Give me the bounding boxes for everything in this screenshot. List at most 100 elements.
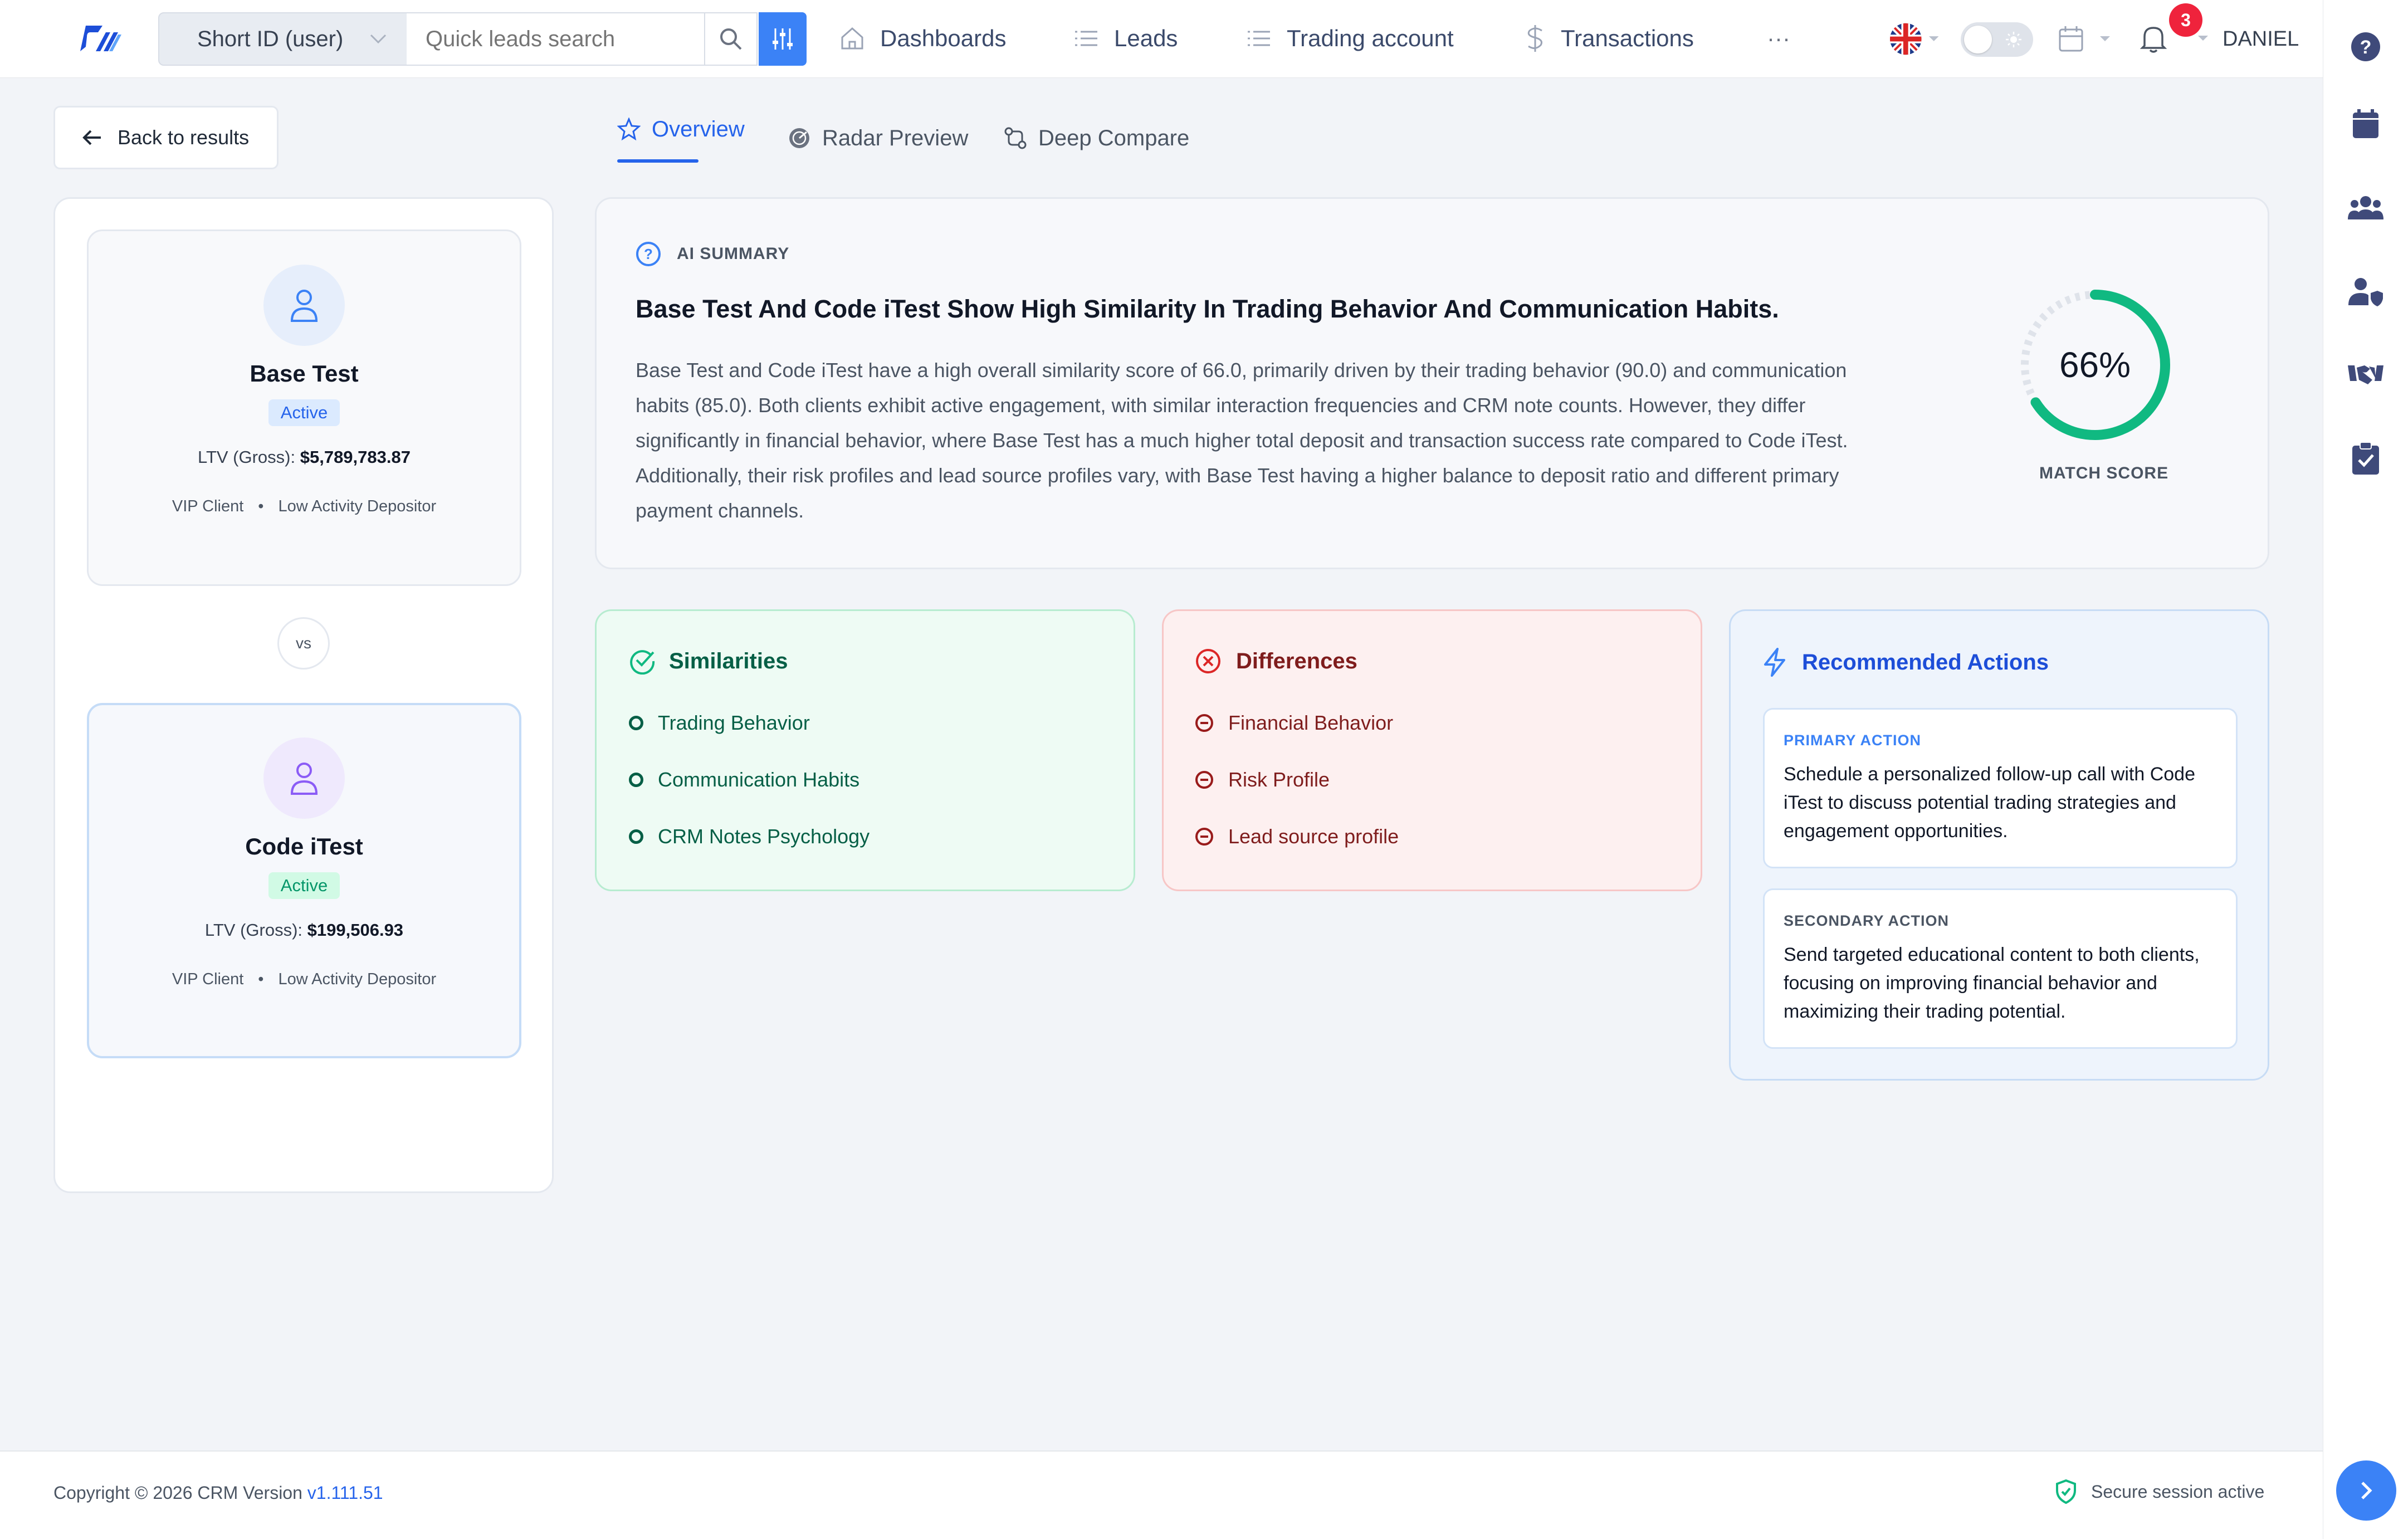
notification-count: 3	[2181, 9, 2191, 30]
secure-session: Secure session active	[2055, 1479, 2264, 1504]
search-type-select[interactable]: Short ID (user)	[158, 12, 408, 66]
question-circle-icon: ?	[636, 242, 661, 266]
ai-summary-body: Base Test and Code iTest have a high ove…	[636, 353, 1848, 528]
client-name: Base Test	[250, 360, 359, 387]
client-name: Code iTest	[245, 833, 363, 859]
sliders-icon	[773, 28, 793, 50]
list-icon	[1248, 31, 1270, 46]
svg-text:?: ?	[2360, 37, 2372, 58]
right-rail: ?	[2323, 0, 2408, 1539]
dollar-icon	[1527, 25, 1542, 52]
vs-badge: vs	[277, 617, 330, 670]
shield-check-icon	[2056, 1479, 2076, 1504]
secondary-action-box[interactable]: SECONDARY ACTION Send targeted education…	[1763, 888, 2238, 1049]
client-tags: VIP Client • Low Activity Depositor	[172, 497, 436, 516]
primary-action-box[interactable]: PRIMARY ACTION Schedule a personalized f…	[1763, 708, 2238, 868]
user-name: DANIEL	[2223, 27, 2299, 51]
x-circle-icon	[1196, 649, 1220, 673]
ltv-label: LTV (Gross):	[198, 447, 296, 467]
filter-button[interactable]	[759, 12, 807, 66]
ai-summary-header: ? AI SUMMARY	[636, 241, 789, 267]
list-item: Risk Profile	[1195, 766, 1399, 794]
search-input[interactable]	[407, 12, 705, 66]
expand-button[interactable]	[2336, 1460, 2396, 1521]
calendar-button[interactable]	[2058, 21, 2113, 57]
nav-label: Trading account	[1287, 25, 1454, 51]
tab-radar-preview[interactable]: Radar Preview	[788, 120, 968, 156]
nav-trading-account[interactable]: Trading account	[1245, 21, 1454, 56]
recommended-actions-card: Recommended Actions PRIMARY ACTION Sched…	[1729, 609, 2269, 1081]
chevron-right-icon	[2361, 1482, 2372, 1499]
sun-icon	[2006, 32, 2021, 47]
theme-toggle[interactable]	[1961, 22, 2033, 57]
difference-label: Lead source profile	[1228, 825, 1399, 848]
status-badge: Active	[268, 872, 340, 899]
tab-deep-compare[interactable]: Deep Compare	[1004, 120, 1189, 156]
logo-icon	[80, 26, 121, 51]
footer: Copyright © 2026 CRM Version v1.111.51 S…	[0, 1450, 2323, 1539]
action-line: Send targeted educational content to bot…	[1784, 944, 2200, 965]
nav-transactions[interactable]: Transactions	[1524, 21, 1694, 56]
user-shield-button[interactable]	[2346, 272, 2386, 312]
chevron-down-icon	[370, 33, 387, 45]
team-button[interactable]	[2346, 187, 2386, 227]
back-to-results-button[interactable]: Back to results	[53, 106, 279, 169]
tab-label: Overview	[652, 116, 745, 141]
home-icon	[841, 27, 863, 50]
search-button[interactable]	[705, 12, 758, 66]
top-bar: Short ID (user) Dashboards Leads Trading…	[0, 0, 2323, 78]
check-circle-icon	[630, 650, 655, 675]
summary-line: Additionally, their risk profiles and le…	[636, 464, 1839, 487]
app-logo[interactable]	[78, 21, 123, 56]
tab-label: Radar Preview	[822, 125, 969, 150]
tasks-button[interactable]	[2346, 438, 2386, 478]
radar-icon	[789, 128, 809, 148]
client-card-compare[interactable]: Code iTest Active LTV (Gross): $199,506.…	[87, 703, 521, 1058]
language-selector[interactable]	[1889, 22, 1940, 56]
caret-down-icon	[2198, 36, 2208, 41]
nav-label: Dashboards	[880, 25, 1007, 51]
actions-title: Recommended Actions	[1802, 649, 2049, 675]
user-shield-icon	[2348, 278, 2383, 306]
avatar	[263, 737, 345, 819]
similarities-card: Similarities Trading Behavior Communicat…	[595, 609, 1135, 891]
summary-line: payment channels.	[636, 499, 804, 522]
handshake-button[interactable]	[2346, 354, 2386, 394]
list-item: CRM Notes Psychology	[629, 823, 870, 851]
calendar-icon	[2059, 26, 2083, 52]
help-button[interactable]: ?	[2346, 27, 2386, 67]
user-menu[interactable]: DANIEL	[2223, 22, 2299, 56]
arrow-left-icon	[82, 130, 101, 145]
more-menu-button[interactable]: ···	[1767, 21, 1790, 56]
list-item: Financial Behavior	[1195, 709, 1399, 737]
users-icon	[2348, 196, 2383, 219]
similarities-list: Trading Behavior Communication Habits CR…	[629, 709, 870, 851]
secondary-action-text: Send targeted educational content to bot…	[1784, 941, 2217, 1026]
action-line: engagement opportunities.	[1784, 820, 2008, 842]
compare-icon	[1004, 127, 1027, 149]
differences-header: Differences	[1195, 648, 1357, 675]
notifications-button[interactable]	[2139, 22, 2170, 56]
ltv-value: $5,789,783.87	[300, 447, 411, 467]
handshake-icon	[2348, 365, 2383, 384]
list-item: Communication Habits	[629, 766, 870, 794]
version-link[interactable]: v1.111.51	[307, 1483, 383, 1503]
search-type-label: Short ID (user)	[197, 26, 344, 51]
tag-vip: VIP Client	[172, 970, 244, 988]
caret-down-icon	[2100, 36, 2110, 41]
search-icon	[720, 28, 742, 50]
tab-overview[interactable]: Overview	[617, 111, 745, 147]
svg-text:?: ?	[644, 246, 653, 262]
client-tags: VIP Client • Low Activity Depositor	[172, 970, 436, 989]
user-icon	[290, 290, 318, 322]
calendar-rail-button[interactable]	[2346, 104, 2386, 144]
nav-label: Leads	[1114, 25, 1178, 51]
client-card-base[interactable]: Base Test Active LTV (Gross): $5,789,783…	[87, 229, 521, 586]
tag-activity: Low Activity Depositor	[278, 497, 437, 515]
minus-circle-icon	[1195, 771, 1213, 789]
ltv-row: LTV (Gross): $199,506.93	[205, 920, 403, 940]
nav-dashboards[interactable]: Dashboards	[839, 21, 1006, 56]
status-badge: Active	[268, 399, 340, 426]
nav-leads[interactable]: Leads	[1073, 21, 1178, 56]
caret-down-icon	[1928, 36, 1939, 41]
